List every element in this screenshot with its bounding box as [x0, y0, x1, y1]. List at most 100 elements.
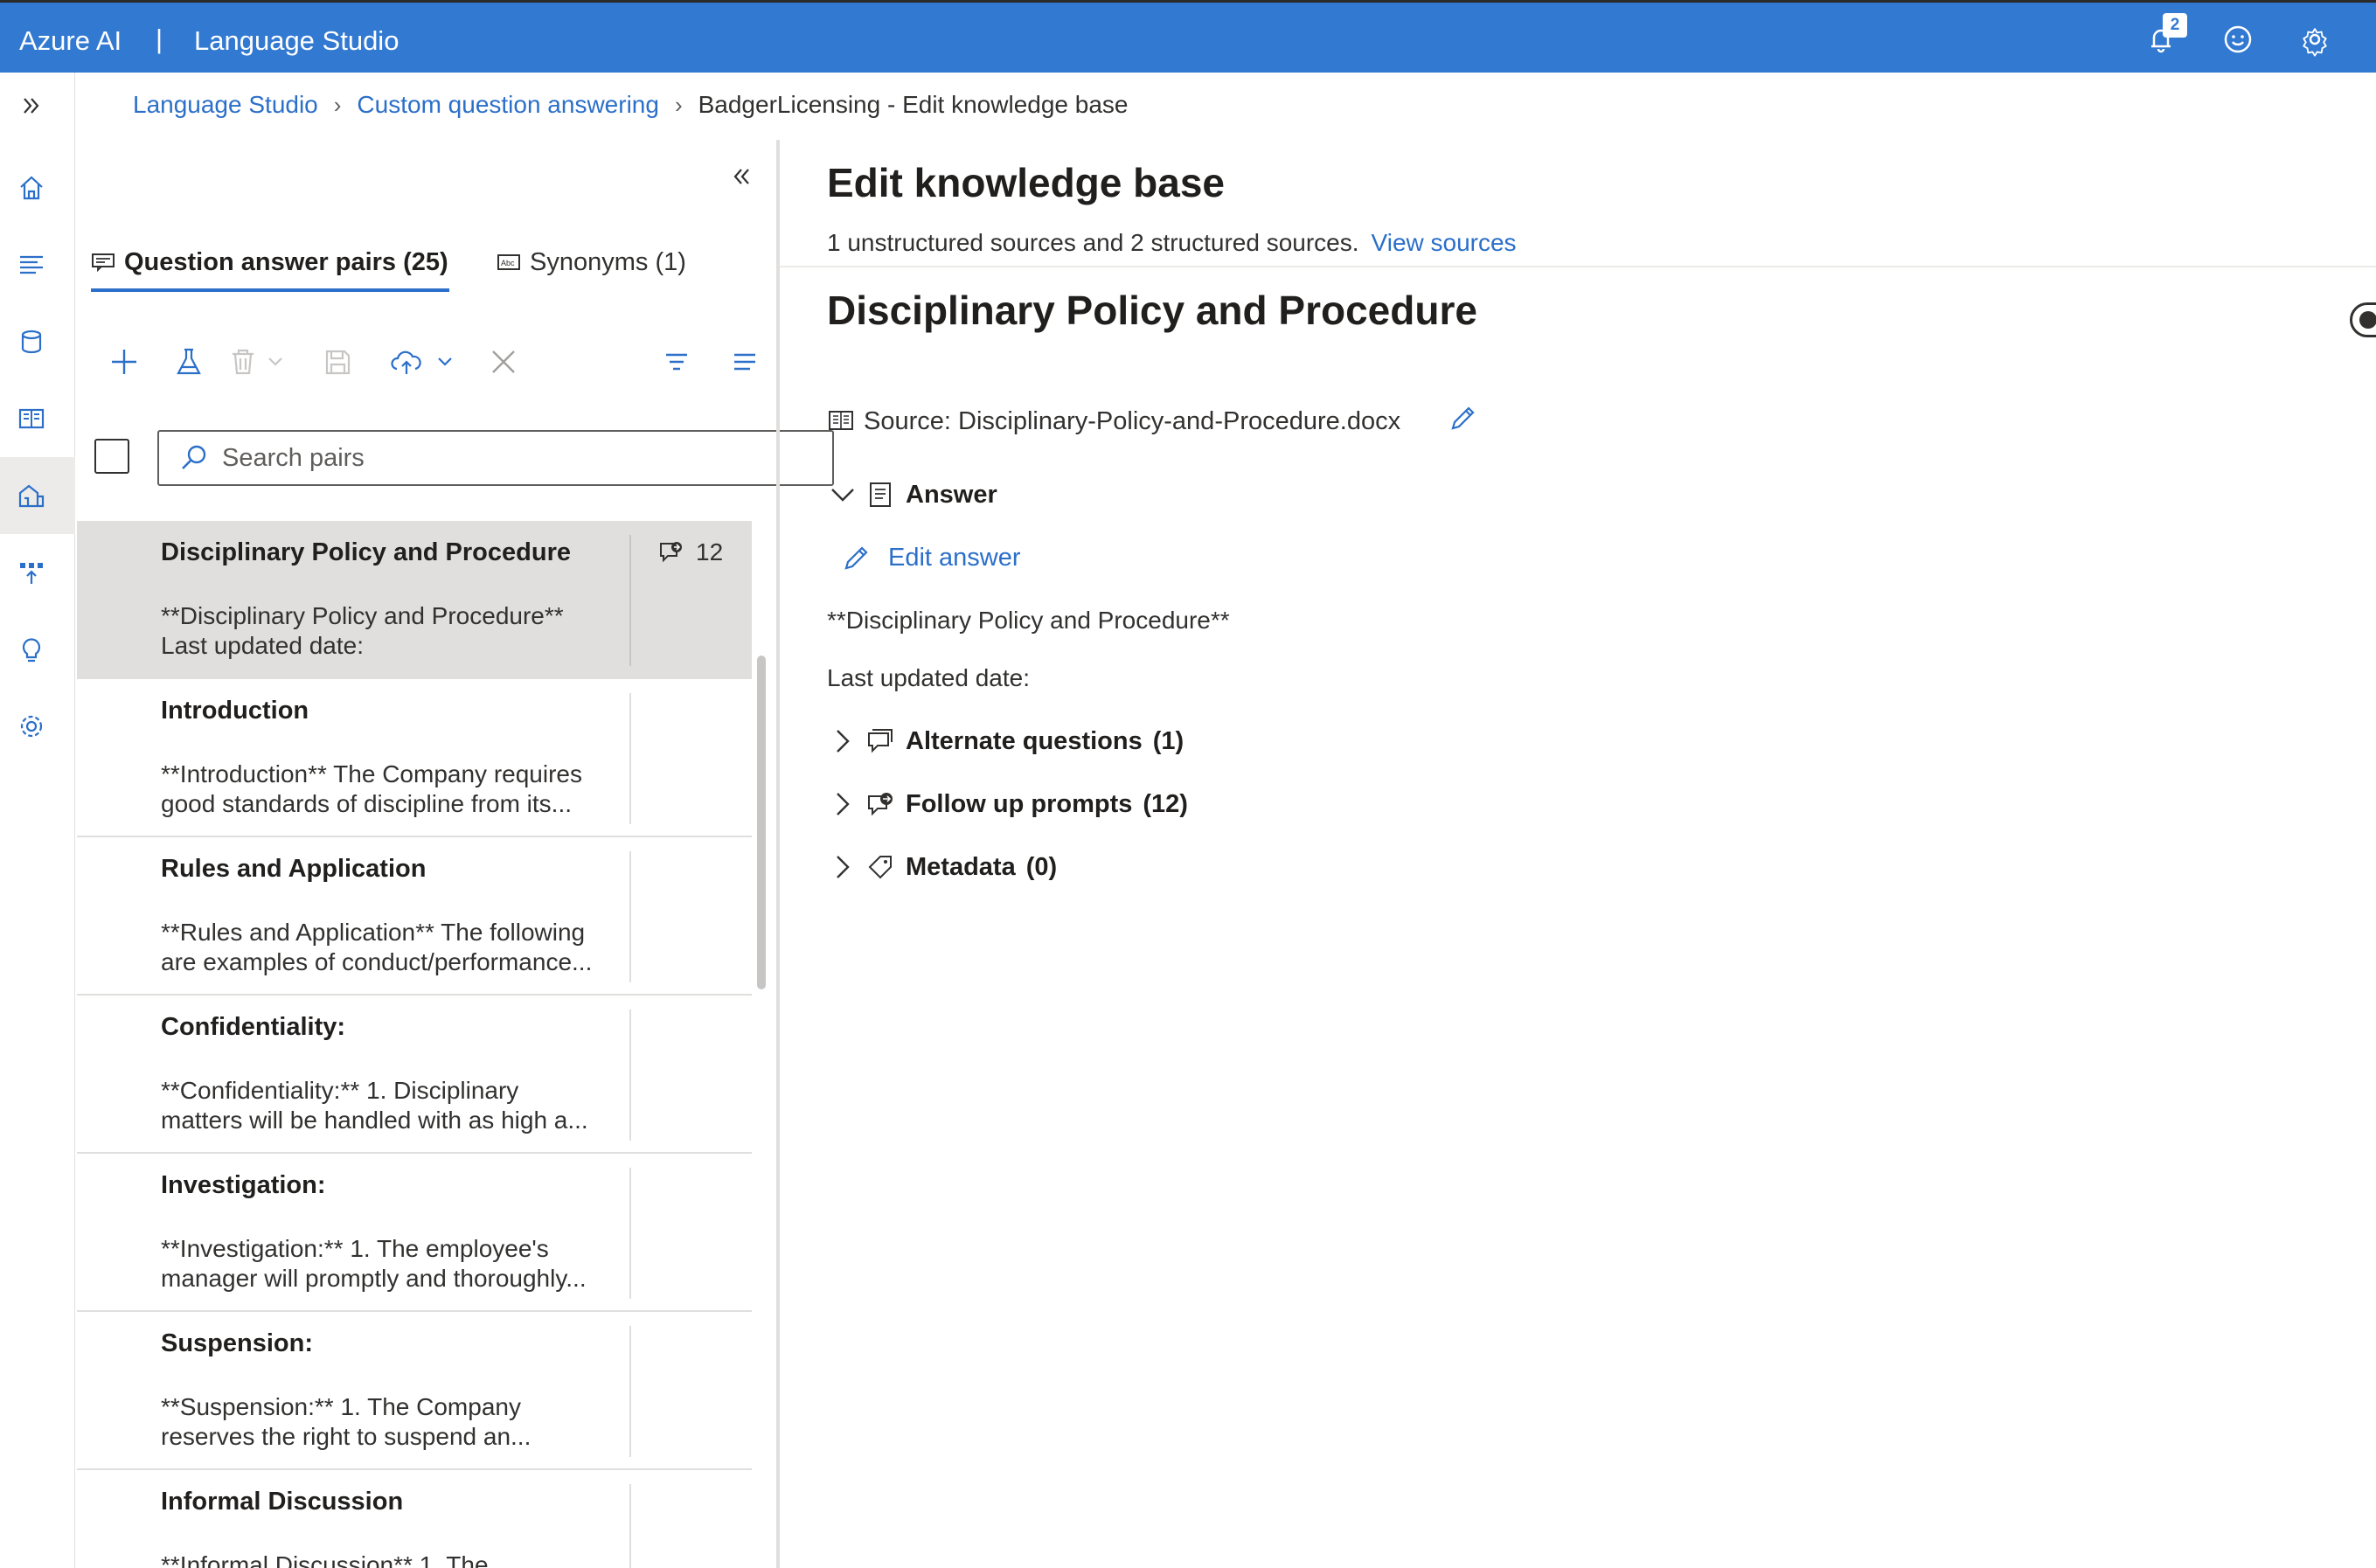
edit-source-button[interactable]	[1448, 402, 1479, 441]
list-scrollbar[interactable]	[755, 526, 768, 1566]
book-icon	[18, 408, 45, 429]
metadata-toggle[interactable]: Metadata (0)	[827, 851, 1057, 883]
breadcrumb-custom-question-answering[interactable]: Custom question answering	[357, 91, 659, 119]
nav-insights[interactable]	[14, 632, 49, 667]
pair-detail-panel: Edit knowledge base 1 unstructured sourc…	[780, 131, 2376, 1568]
expand-nav-button[interactable]	[14, 88, 49, 123]
chevron-right-icon: ›	[333, 91, 342, 118]
svg-text:Abc: Abc	[501, 259, 515, 267]
chevron-right-icon: ›	[674, 91, 683, 118]
chevron-right-icon	[837, 730, 850, 753]
test-button[interactable]	[171, 337, 206, 386]
lightbulb-icon	[22, 638, 41, 663]
pair-answer-preview: **Confidentiality:** 1. Disciplinary mat…	[161, 1077, 588, 1134]
row-divider	[629, 1168, 631, 1299]
plus-icon	[112, 350, 136, 374]
follow-up-prompts-count: (12)	[1143, 789, 1188, 818]
nav-deploy[interactable]	[14, 555, 49, 590]
metadata-label: Metadata	[906, 852, 1016, 881]
select-all-checkbox[interactable]	[94, 439, 129, 474]
settings-button[interactable]	[2297, 22, 2332, 57]
gear-icon	[20, 715, 43, 738]
panel-tabs: Question answer pairs (25) Abc Synonyms …	[91, 234, 755, 292]
toggle-switch[interactable]	[2350, 302, 2376, 337]
tab-question-answer-pairs[interactable]: Question answer pairs (25)	[91, 234, 449, 292]
breadcrumb-language-studio[interactable]: Language Studio	[133, 91, 318, 119]
alternate-questions-count: (1)	[1152, 726, 1185, 755]
tab-synonyms[interactable]: Abc Synonyms (1)	[497, 234, 686, 290]
qa-pair-row[interactable]: Introduction **Introduction** The Compan…	[77, 679, 752, 837]
discard-button[interactable]	[486, 337, 521, 386]
gear-icon	[2303, 28, 2327, 57]
answer-text-line: Last updated date:	[827, 664, 1030, 691]
feedback-button[interactable]	[2220, 22, 2255, 57]
answer-header: Answer	[906, 480, 997, 509]
row-divider	[629, 535, 631, 666]
qa-pairs-icon	[92, 253, 115, 272]
chevron-right-icon	[837, 793, 850, 815]
nav-settings[interactable]	[14, 709, 49, 744]
row-divider	[629, 1484, 631, 1568]
pair-question: Disciplinary Policy and Procedure	[161, 538, 571, 566]
cloud-upload-icon	[391, 350, 452, 374]
source-info: Source: Disciplinary-Policy-and-Procedur…	[827, 402, 1479, 441]
follow-up-prompts-icon	[868, 793, 893, 816]
tab-label: Question answer pairs (25)	[124, 247, 448, 276]
nav-data[interactable]	[14, 324, 49, 359]
filter-button[interactable]	[659, 337, 694, 386]
product-name[interactable]: Language Studio	[194, 25, 399, 57]
nav-home[interactable]	[14, 170, 49, 205]
chevron-down-icon	[831, 489, 854, 502]
nav-rail	[0, 73, 75, 1568]
pair-answer-preview: **Introduction** The Company requires go…	[161, 760, 582, 817]
flask-icon	[177, 348, 201, 375]
pair-answer-preview: **Rules and Application** The following …	[161, 919, 593, 975]
nav-knowledge[interactable]	[14, 401, 49, 436]
qa-pair-row[interactable]: Confidentiality: **Confidentiality:** 1.…	[77, 996, 752, 1154]
pair-question: Informal Discussion	[161, 1488, 404, 1516]
double-chevron-left-icon	[733, 169, 749, 184]
save-button[interactable]	[320, 337, 355, 386]
answer-section-toggle[interactable]: Answer	[827, 479, 997, 510]
pair-answer-preview: **Disciplinary Policy and Procedure** La…	[161, 602, 564, 659]
qa-pair-row[interactable]: Investigation: **Investigation:** 1. The…	[77, 1154, 752, 1312]
view-sources-link[interactable]: View sources	[1372, 229, 1517, 256]
alternate-questions-toggle[interactable]: Alternate questions (1)	[827, 725, 1184, 757]
pair-answer-preview: **Suspension:** 1. The Company reserves …	[161, 1393, 531, 1450]
delete-button[interactable]	[226, 337, 290, 386]
pair-question: Introduction	[161, 697, 309, 725]
qa-pair-row[interactable]: Disciplinary Policy and Procedure **Disc…	[77, 521, 752, 679]
pair-question: Rules and Application	[161, 855, 427, 883]
nav-custom-question-answering[interactable]	[14, 478, 49, 513]
question-title: Disciplinary Policy and Procedure	[827, 288, 1477, 333]
follow-up-prompts-icon	[660, 542, 682, 563]
edit-answer-button[interactable]: Edit answer	[841, 542, 1021, 573]
qa-pair-row[interactable]: Informal Discussion **Informal Discussio…	[77, 1470, 752, 1568]
trash-icon	[233, 349, 282, 375]
breadcrumb: Language Studio › Custom question answer…	[133, 91, 1128, 119]
pair-answer-preview: **Investigation:** 1. The employee's man…	[161, 1235, 587, 1292]
row-divider	[629, 693, 631, 824]
qa-pairs-panel: Question answer pairs (25) Abc Synonyms …	[75, 131, 834, 1568]
nav-text[interactable]	[14, 247, 49, 282]
qa-toolbar	[91, 337, 764, 386]
add-pair-button[interactable]	[107, 337, 142, 386]
brand-name[interactable]: Azure AI	[19, 25, 122, 57]
smiley-icon	[2224, 25, 2252, 53]
qa-pair-row[interactable]: Rules and Application **Rules and Applic…	[77, 837, 752, 996]
collapse-panel-button[interactable]	[724, 159, 759, 194]
follow-up-count: 12	[657, 538, 723, 566]
view-options-button[interactable]	[727, 337, 762, 386]
synonyms-icon: Abc	[497, 254, 520, 270]
qa-pair-row[interactable]: Suspension: **Suspension:** 1. The Compa…	[77, 1312, 752, 1470]
answer-icon	[870, 482, 891, 507]
sources-summary: 1 unstructured sources and 2 structured …	[827, 229, 1517, 256]
pair-question: Suspension:	[161, 1329, 314, 1357]
publish-button[interactable]	[388, 337, 462, 386]
follow-up-prompts-toggle[interactable]: Follow up prompts (12)	[827, 788, 1188, 820]
row-divider	[629, 1326, 631, 1457]
scrollbar-thumb[interactable]	[757, 656, 766, 989]
search-input[interactable]	[222, 443, 799, 473]
follow-up-prompts-label: Follow up prompts	[906, 789, 1133, 818]
qa-pairs-list: Disciplinary Policy and Procedure **Disc…	[77, 521, 752, 1568]
